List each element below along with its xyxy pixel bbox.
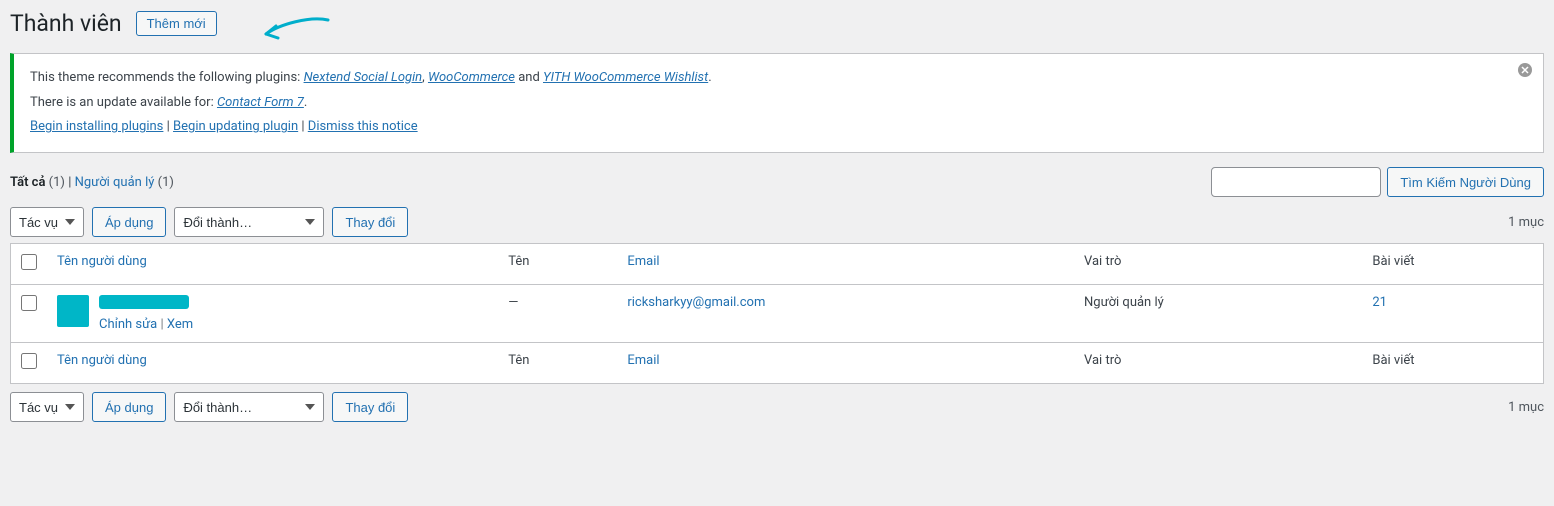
apply-button-bottom[interactable]: Áp dụng xyxy=(92,392,166,422)
change-role-select-bottom[interactable]: Đổi thành… xyxy=(174,392,324,422)
search-button[interactable]: Tìm Kiếm Người Dùng xyxy=(1387,167,1544,197)
col-username-foot[interactable]: Tên người dùng xyxy=(57,353,147,368)
filter-all-count: (1) xyxy=(49,175,65,190)
filter-all[interactable]: Tất cả xyxy=(10,175,45,190)
search-input[interactable] xyxy=(1211,167,1381,197)
select-all-top[interactable] xyxy=(21,254,37,270)
plugin-link-yith[interactable]: YITH WooCommerce Wishlist xyxy=(543,70,708,85)
col-email[interactable]: Email xyxy=(627,254,659,269)
item-count-bottom: 1 mục xyxy=(1508,400,1544,415)
col-role: Vai trò xyxy=(1074,244,1362,285)
plugins-notice: This theme recommends the following plug… xyxy=(10,53,1544,153)
edit-link[interactable]: Chỉnh sửa xyxy=(99,317,157,332)
item-count-top: 1 mục xyxy=(1508,215,1544,230)
page-title: Thành viên xyxy=(10,10,122,37)
dismiss-notice-icon[interactable] xyxy=(1517,62,1533,83)
col-name: Tên xyxy=(498,244,617,285)
notice-text: There is an update available for: xyxy=(30,95,217,110)
bulk-action-select-bottom[interactable]: Tác vụ xyxy=(10,392,84,422)
plugin-link-cf7[interactable]: Contact Form 7 xyxy=(217,95,304,110)
change-role-button-bottom[interactable]: Thay đổi xyxy=(332,392,408,422)
col-posts-foot: Bài viết xyxy=(1362,343,1543,384)
filter-admin[interactable]: Người quản lý xyxy=(75,175,155,190)
col-role-foot: Vai trò xyxy=(1074,343,1362,384)
user-filters: Tất cả (1) | Người quản lý (1) xyxy=(10,175,174,190)
table-row: Chỉnh sửa | Xem — ricksharkyy@gmail.com … xyxy=(11,285,1544,343)
change-role-button-top[interactable]: Thay đổi xyxy=(332,207,408,237)
cell-email[interactable]: ricksharkyy@gmail.com xyxy=(627,295,765,310)
cell-role: Người quản lý xyxy=(1074,285,1362,343)
begin-update-link[interactable]: Begin updating plugin xyxy=(173,119,298,134)
select-all-bottom[interactable] xyxy=(21,353,37,369)
dismiss-notice-link[interactable]: Dismiss this notice xyxy=(308,119,418,134)
plugin-link-woocommerce[interactable]: WooCommerce xyxy=(428,70,515,85)
col-posts: Bài viết xyxy=(1362,244,1543,285)
begin-install-link[interactable]: Begin installing plugins xyxy=(30,119,163,134)
add-new-button[interactable]: Thêm mới xyxy=(136,11,217,36)
change-role-select-top[interactable]: Đổi thành… xyxy=(174,207,324,237)
cell-posts[interactable]: 21 xyxy=(1372,295,1387,310)
users-table: Tên người dùng Tên Email Vai trò Bài viế… xyxy=(10,243,1544,384)
notice-actions: Begin installing plugins | Begin updatin… xyxy=(30,115,1527,140)
col-name-foot: Tên xyxy=(498,343,617,384)
arrow-annotation xyxy=(260,14,330,48)
notice-line-2: There is an update available for: Contac… xyxy=(30,91,1527,116)
notice-line-1: This theme recommends the following plug… xyxy=(30,66,1527,91)
view-link[interactable]: Xem xyxy=(167,317,193,332)
filter-admin-count: (1) xyxy=(158,175,174,190)
col-email-foot[interactable]: Email xyxy=(627,353,659,368)
row-checkbox[interactable] xyxy=(21,295,37,311)
notice-text: This theme recommends the following plug… xyxy=(30,70,304,85)
bulk-action-select-top[interactable]: Tác vụ xyxy=(10,207,84,237)
row-actions: Chỉnh sửa | Xem xyxy=(99,317,193,332)
plugin-link-nextend[interactable]: Nextend Social Login xyxy=(304,70,423,85)
username-redacted[interactable] xyxy=(99,295,189,309)
apply-button-top[interactable]: Áp dụng xyxy=(92,207,166,237)
avatar xyxy=(57,295,89,327)
col-username[interactable]: Tên người dùng xyxy=(57,254,147,269)
cell-name: — xyxy=(498,285,617,343)
